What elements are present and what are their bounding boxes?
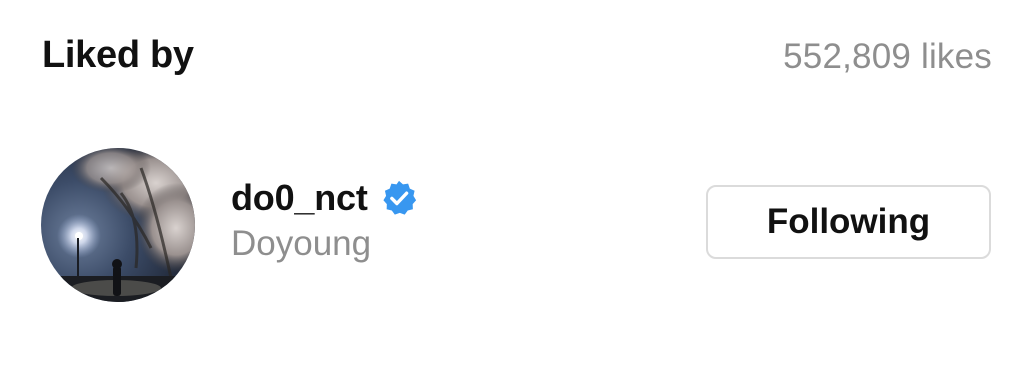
liked-by-screen: Liked by 552,809 likes do0_nct Doyoung F…: [0, 0, 1024, 379]
avatar[interactable]: [41, 148, 195, 302]
full-name: Doyoung: [231, 224, 372, 263]
page-title: Liked by: [42, 34, 194, 76]
avatar-photo: [41, 148, 195, 302]
verified-badge-icon: [380, 179, 418, 217]
user-info[interactable]: do0_nct Doyoung: [231, 176, 418, 264]
username[interactable]: do0_nct: [231, 177, 368, 219]
username-line: do0_nct: [231, 176, 418, 220]
following-button[interactable]: Following: [706, 185, 991, 259]
likes-count: 552,809 likes: [783, 37, 992, 76]
list-item[interactable]: do0_nct Doyoung Following: [0, 140, 1024, 310]
